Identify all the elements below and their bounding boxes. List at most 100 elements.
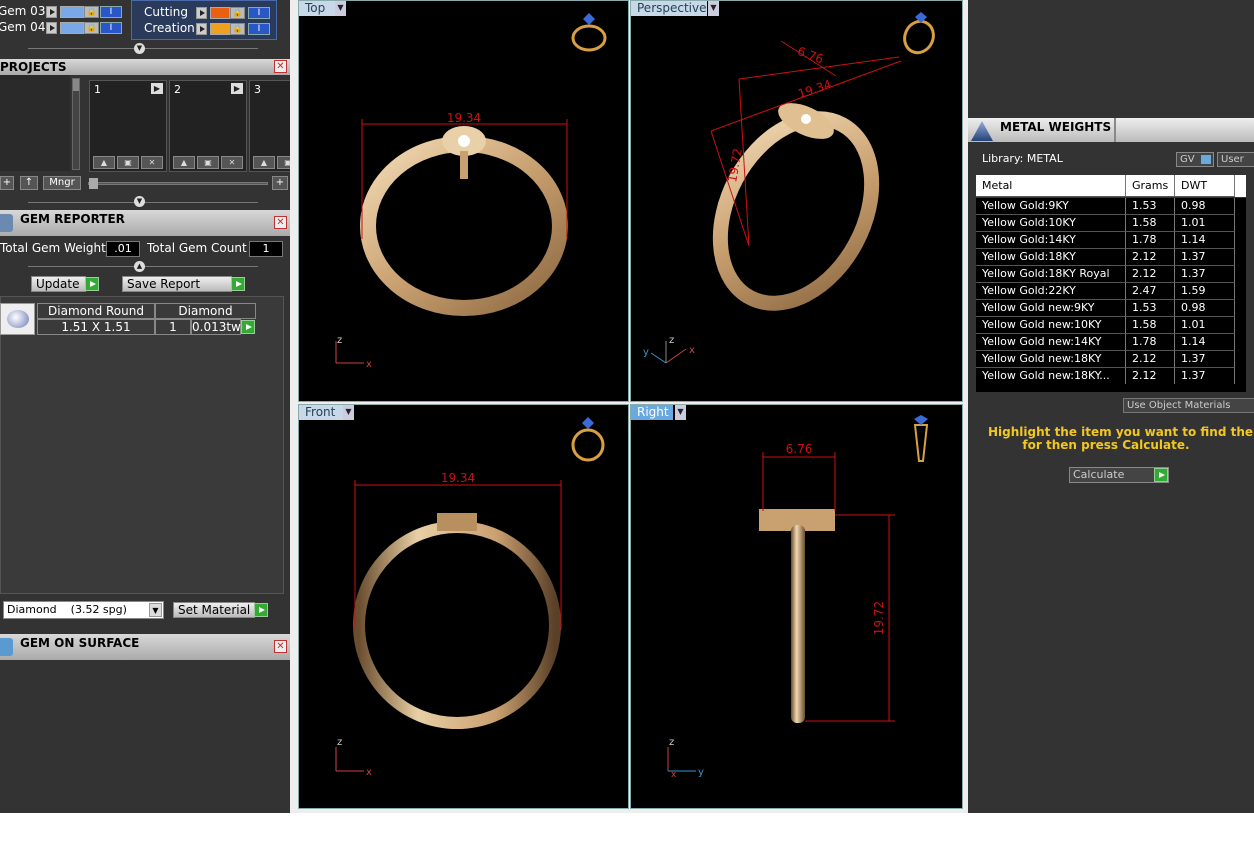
- close-icon[interactable]: ✕: [274, 640, 287, 653]
- viewport-label-perspective[interactable]: Perspective: [631, 1, 707, 16]
- layer-row-gem-04[interactable]: Gem 04 🔒 I: [0, 20, 125, 36]
- metal-name: Yellow Gold new:10KY: [976, 317, 1126, 334]
- total-gem-weight-value: .01: [106, 241, 140, 257]
- viewport-label-top[interactable]: Top: [299, 1, 339, 16]
- gem-thumbnail[interactable]: [0, 303, 35, 335]
- projects-scrollbar[interactable]: [72, 78, 80, 170]
- header-metal[interactable]: Metal: [976, 175, 1126, 197]
- update-play-icon[interactable]: [85, 277, 99, 291]
- dwt-value: 0.98: [1175, 300, 1235, 317]
- delete-icon[interactable]: ✕: [141, 156, 163, 169]
- table-row[interactable]: Yellow Gold:14KY 1.78 1.14: [976, 232, 1246, 249]
- front-view-render: 19.34 x z: [335, 417, 605, 778]
- table-row[interactable]: Yellow Gold new:18KY 2.12 1.37: [976, 351, 1246, 368]
- lock-icon[interactable]: 🔒: [84, 6, 99, 18]
- upload-icon[interactable]: ▲: [93, 156, 115, 169]
- svg-text:z: z: [669, 335, 674, 346]
- header-dwt[interactable]: DWT: [1175, 175, 1235, 197]
- upload-icon[interactable]: ▲: [253, 156, 275, 169]
- grams-value: 2.12: [1126, 249, 1175, 266]
- layer-color-swatch[interactable]: [210, 23, 230, 35]
- dwt-value: 1.37: [1175, 249, 1235, 266]
- viewport-top[interactable]: 19.34 x z Top ▼: [298, 0, 629, 402]
- set-material-play-icon[interactable]: [254, 603, 268, 617]
- use-object-materials-button[interactable]: Use Object Materials: [1123, 398, 1254, 413]
- upload-icon[interactable]: ▲: [173, 156, 195, 169]
- layer-color-swatch[interactable]: [210, 7, 230, 19]
- layer-color-swatch[interactable]: [60, 22, 84, 34]
- table-row[interactable]: Yellow Gold new:9KY 1.53 0.98: [976, 300, 1246, 317]
- table-row[interactable]: Yellow Gold new:14KY 1.78 1.14: [976, 334, 1246, 351]
- visibility-toggle[interactable]: I: [100, 6, 122, 18]
- move-up-button[interactable]: ↑: [20, 176, 38, 190]
- calculate-play-icon[interactable]: [1154, 468, 1168, 482]
- viewport-front[interactable]: 19.34 x z Front ▼: [298, 404, 629, 809]
- visibility-toggle[interactable]: I: [100, 22, 122, 34]
- save-report-button[interactable]: Save Report: [122, 276, 232, 292]
- viewport-right[interactable]: 6.76 19.72 y z x Right ▼: [630, 404, 963, 809]
- viewport-label-right[interactable]: Right: [631, 405, 673, 420]
- lock-icon[interactable]: 🔒: [230, 7, 245, 19]
- mngr-button[interactable]: Mngr: [43, 176, 81, 190]
- zoom-in-button[interactable]: +: [272, 176, 288, 190]
- viewport-perspective[interactable]: 6.76 19.34 19.72 x z y Perspective ▼: [630, 0, 963, 402]
- play-icon[interactable]: [196, 23, 207, 35]
- table-row[interactable]: Yellow Gold:18KY 2.12 1.37: [976, 249, 1246, 266]
- chevron-down-icon[interactable]: ▼: [343, 405, 354, 420]
- header-grams[interactable]: Grams: [1126, 175, 1175, 197]
- save-icon[interactable]: ▣: [197, 156, 219, 169]
- layer-row-cutting[interactable]: Cutting 🔒 I: [144, 5, 278, 21]
- table-row[interactable]: Yellow Gold:10KY 1.58 1.01: [976, 215, 1246, 232]
- lock-icon[interactable]: 🔒: [230, 23, 245, 35]
- table-row[interactable]: Yellow Gold new:18KY... 2.12 1.37: [976, 368, 1246, 385]
- chevron-down-icon[interactable]: ▼: [708, 1, 719, 16]
- table-row[interactable]: Yellow Gold new:10KY 1.58 1.01: [976, 317, 1246, 334]
- close-icon[interactable]: ✕: [274, 60, 287, 73]
- table-row[interactable]: Yellow Gold:22KY 2.47 1.59: [976, 283, 1246, 300]
- chevron-down-icon[interactable]: ▼: [675, 405, 686, 420]
- chevron-down-icon[interactable]: ▼: [149, 603, 162, 617]
- material-select-value: Diamond (3.52 spg): [7, 603, 127, 616]
- grams-value: 2.12: [1126, 266, 1175, 283]
- visibility-toggle[interactable]: I: [248, 7, 270, 19]
- play-icon[interactable]: [46, 6, 57, 18]
- layer-row-gem-03[interactable]: Gem 03 🔒 I: [0, 4, 125, 20]
- layer-color-swatch[interactable]: [60, 6, 84, 18]
- project-slot-2[interactable]: 2 ▶ ▲ ▣ ✕: [169, 80, 247, 172]
- play-icon[interactable]: [46, 22, 57, 34]
- zoom-slider[interactable]: [88, 178, 268, 189]
- top-view-render: 19.34 x z: [335, 13, 607, 370]
- ring-thumbnail-icon: [903, 12, 935, 55]
- slider-handle[interactable]: [89, 178, 98, 189]
- table-row[interactable]: Yellow Gold:18KY Royal 2.12 1.37: [976, 266, 1246, 283]
- close-icon[interactable]: ✕: [274, 216, 287, 229]
- update-button[interactable]: Update: [31, 276, 86, 292]
- project-slot-3[interactable]: 3 ▲ ▣: [249, 80, 290, 172]
- add-project-button[interactable]: +: [0, 176, 14, 190]
- play-icon[interactable]: ▶: [151, 83, 163, 94]
- lock-icon[interactable]: 🔒: [84, 22, 99, 34]
- chevron-down-icon[interactable]: ▼: [335, 1, 346, 16]
- metal-name: Yellow Gold:10KY: [976, 215, 1126, 232]
- layer-row-creation[interactable]: Creation 🔒 I: [144, 21, 278, 37]
- collapse-icon[interactable]: ▼: [134, 43, 145, 54]
- gem-row-play-icon[interactable]: [241, 320, 255, 334]
- viewport-label-front[interactable]: Front: [299, 405, 343, 420]
- grams-value: 1.53: [1126, 300, 1175, 317]
- visibility-toggle[interactable]: I: [248, 23, 270, 35]
- set-material-button[interactable]: Set Material: [173, 602, 255, 618]
- user-toggle[interactable]: User: [1217, 152, 1254, 167]
- collapse-icon[interactable]: ▲: [134, 261, 145, 272]
- save-icon[interactable]: ▣: [117, 156, 139, 169]
- save-icon[interactable]: ▣: [277, 156, 290, 169]
- delete-icon[interactable]: ✕: [221, 156, 243, 169]
- play-icon[interactable]: ▶: [231, 83, 243, 94]
- material-select[interactable]: Diamond (3.52 spg) ▼: [3, 601, 164, 619]
- collapse-icon[interactable]: ▼: [134, 196, 145, 207]
- project-slot-1[interactable]: 1 ▶ ▲ ▣ ✕: [89, 80, 167, 172]
- table-row[interactable]: Yellow Gold:9KY 1.53 0.98: [976, 198, 1246, 215]
- play-icon[interactable]: [196, 7, 207, 19]
- scroll-thumb[interactable]: [73, 79, 79, 91]
- gv-toggle[interactable]: GV: [1176, 152, 1214, 167]
- save-report-play-icon[interactable]: [231, 277, 245, 291]
